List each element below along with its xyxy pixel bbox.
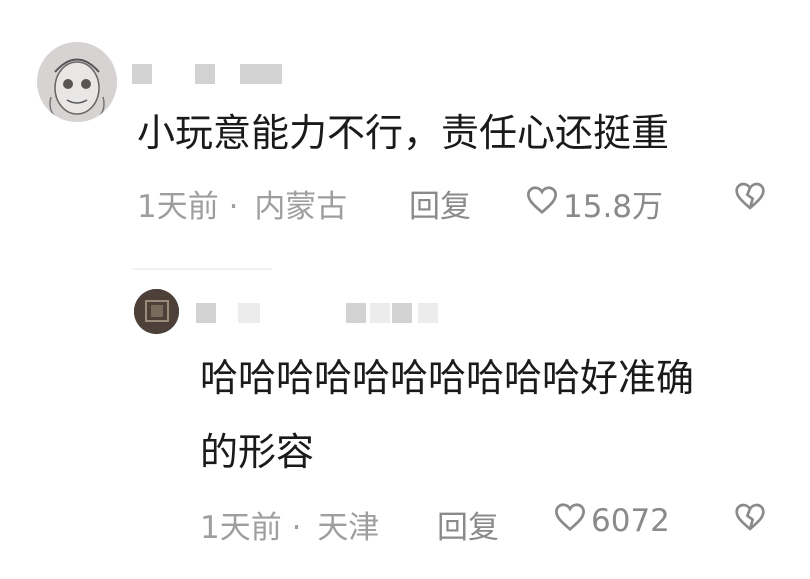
like-button[interactable]: 6072: [553, 502, 670, 540]
comment-text-line1: 哈哈哈哈哈哈哈哈哈哈好准确: [200, 356, 695, 400]
like-button[interactable]: 15.8万: [525, 181, 663, 226]
heart-outline-icon: [525, 185, 559, 223]
broken-heart-icon: [734, 503, 766, 536]
comment-text: 小玩意能力不行，责任心还挺重: [137, 111, 670, 155]
avatar[interactable]: [37, 42, 117, 122]
comment-time: 1天前: [137, 189, 219, 225]
reply-button[interactable]: 回复: [409, 181, 471, 226]
meta-separator: ·: [228, 189, 239, 225]
comment-time: 1天前: [200, 510, 282, 546]
comment-location: 天津: [317, 510, 380, 546]
comment-meta: 1天前 · 内蒙古: [137, 181, 347, 226]
like-count: 6072: [591, 503, 670, 539]
avatar[interactable]: [134, 289, 179, 334]
broken-heart-icon: [734, 182, 766, 215]
like-count: 15.8万: [563, 189, 664, 225]
dislike-button[interactable]: [734, 181, 766, 215]
comment-text-line2: 的形容: [200, 430, 315, 474]
meta-separator: ·: [291, 510, 302, 546]
reply-button[interactable]: 回复: [437, 502, 499, 547]
comment-location: 内蒙古: [254, 189, 348, 225]
comment-meta: 1天前 · 天津: [200, 502, 379, 547]
heart-outline-icon: [553, 502, 587, 540]
dislike-button[interactable]: [734, 502, 766, 536]
divider: [132, 268, 272, 270]
